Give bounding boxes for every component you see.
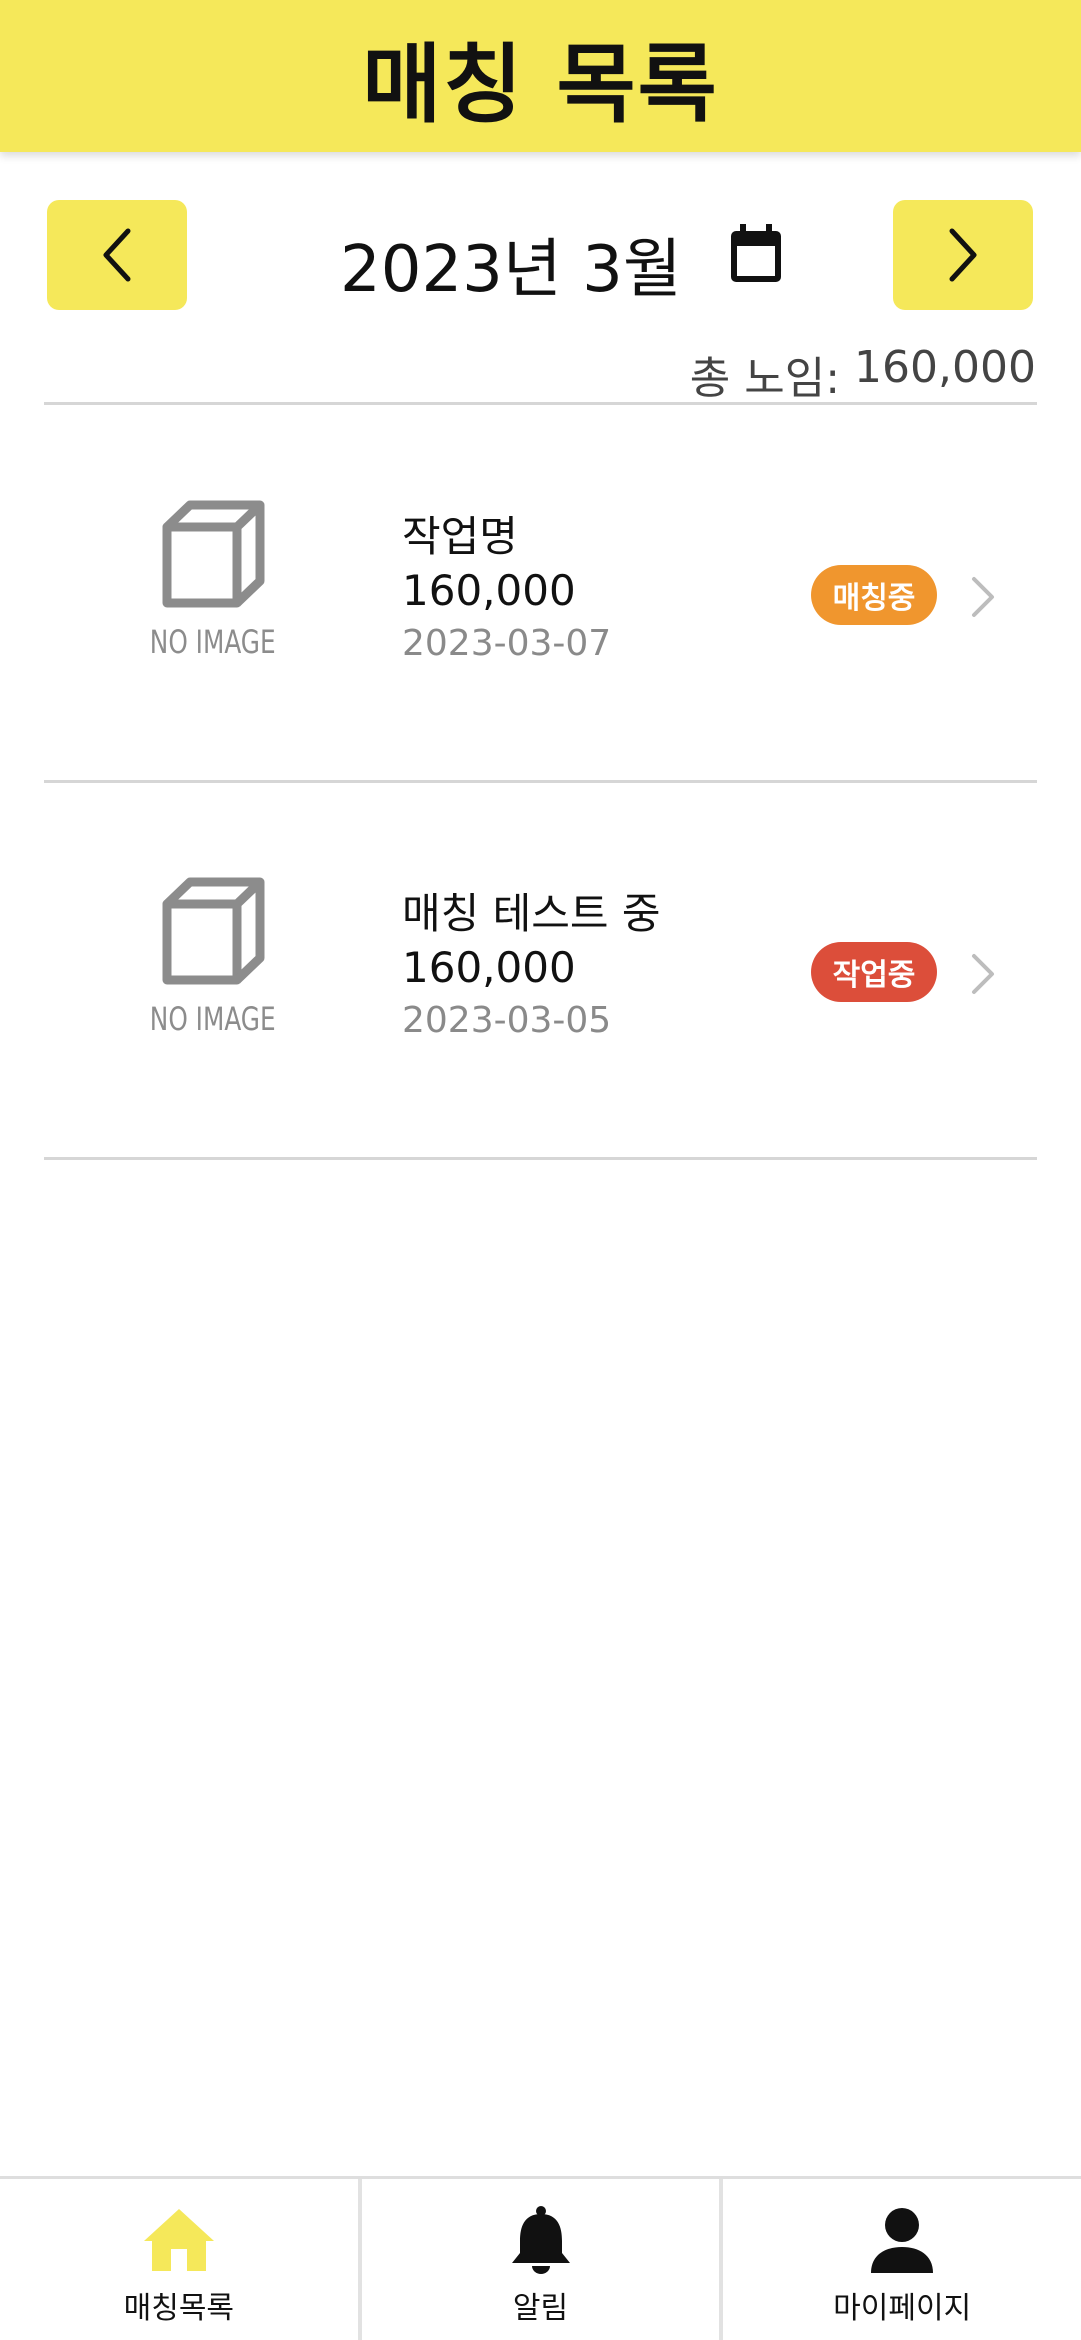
- box-icon: [162, 500, 265, 608]
- calendar-button[interactable]: [726, 222, 786, 286]
- page-title: 매칭 목록: [362, 34, 719, 135]
- no-image-thumbnail: NO IMAGE: [140, 872, 280, 1052]
- app-header: 매칭 목록: [0, 0, 1081, 152]
- tab-label: 매칭목록: [123, 2291, 235, 2326]
- list-item[interactable]: NO IMAGE 매칭 테스트 중 160,000 2023-03-05 작업중: [44, 782, 1037, 1157]
- job-name: 매칭 테스트 중: [402, 889, 661, 938]
- no-image-label: NO IMAGE: [149, 623, 276, 661]
- list-divider: [44, 1157, 1037, 1160]
- item-details: 매칭 테스트 중 160,000 2023-03-05: [402, 887, 661, 1047]
- month-navigator: 2023년 3월: [0, 200, 1081, 312]
- box-icon: [162, 877, 265, 985]
- total-wage: 총 노임: 160,000: [690, 342, 1036, 406]
- tab-label: 마이페이지: [833, 2291, 972, 2326]
- status-badge: 작업중: [811, 942, 937, 1002]
- bell-icon: [511, 2206, 570, 2274]
- item-details: 작업명 160,000 2023-03-07: [402, 510, 611, 670]
- list-item[interactable]: NO IMAGE 작업명 160,000 2023-03-07 매칭중: [44, 405, 1037, 780]
- chevron-right-icon: [972, 577, 994, 617]
- tab-label: 알림: [512, 2291, 569, 2326]
- no-image-label: NO IMAGE: [149, 1000, 276, 1038]
- job-date: 2023-03-07: [402, 623, 612, 664]
- next-month-button[interactable]: [893, 200, 1033, 310]
- app-screen: 매칭 목록 2023년 3월 총 노임: 160,000 NO IMAGE 작업…: [0, 0, 1081, 2340]
- calendar-icon: [731, 224, 781, 282]
- tab-matching-list[interactable]: 매칭목록: [0, 2179, 358, 2340]
- job-date: 2023-03-05: [402, 1000, 612, 1041]
- previous-month-button[interactable]: [47, 200, 187, 310]
- job-price: 160,000: [402, 943, 576, 992]
- chevron-right-icon: [972, 954, 994, 994]
- chevron-left-icon: [103, 228, 131, 282]
- chevron-right-icon: [949, 228, 977, 282]
- bottom-tab-bar: 매칭목록 알림 마이페이지: [0, 2176, 1081, 2340]
- no-image-thumbnail: NO IMAGE: [140, 495, 280, 675]
- tab-my-page[interactable]: 마이페이지: [719, 2179, 1081, 2340]
- tab-notifications[interactable]: 알림: [357, 2179, 720, 2340]
- user-icon: [871, 2208, 934, 2273]
- job-price: 160,000: [402, 566, 576, 615]
- total-wage-label: 총 노임:: [689, 353, 841, 404]
- current-month-label: 2023년 3월: [340, 233, 682, 307]
- job-name: 작업명: [402, 512, 518, 561]
- total-wage-value: 160,000: [854, 342, 1036, 393]
- home-icon: [143, 2209, 214, 2271]
- status-badge: 매칭중: [811, 565, 937, 625]
